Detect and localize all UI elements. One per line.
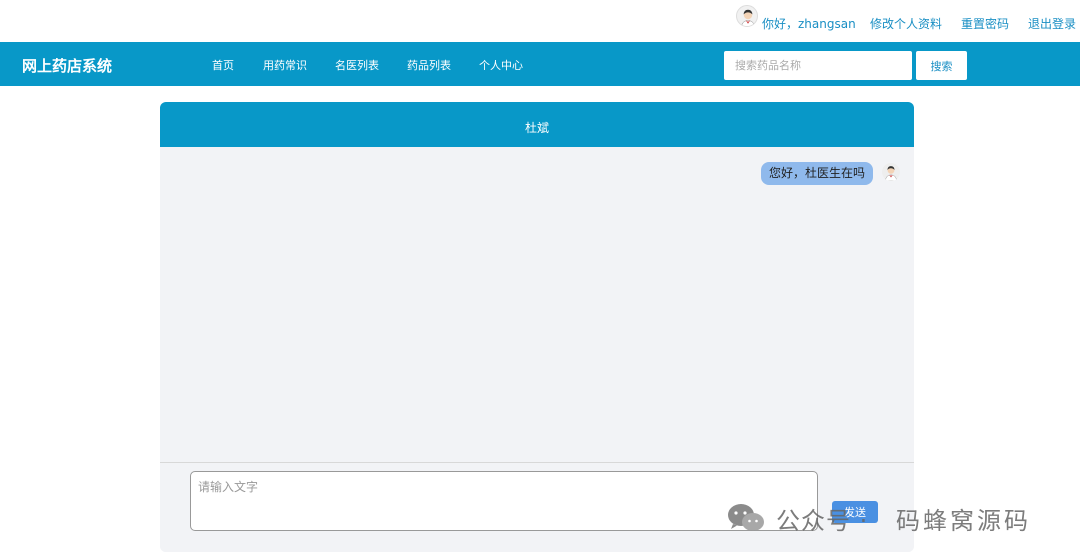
watermark-account-label: 公众号 · <box>776 507 869 535</box>
nav-item-home[interactable]: 首页 <box>212 57 234 73</box>
nav-item-personal-center[interactable]: 个人中心 <box>479 57 523 73</box>
nav-item-medicine-list[interactable]: 药品列表 <box>407 57 451 73</box>
logout-link[interactable]: 退出登录 <box>1028 15 1076 32</box>
message-input[interactable] <box>190 471 818 531</box>
chat-message-bubble: 您好，杜医生在吗 <box>760 162 873 185</box>
greeting-text: 你好，zhangsan <box>762 17 856 31</box>
main-navbar: 网上药店系统 首页 用药常识 名医列表 药品列表 个人中心 搜索 <box>0 42 1080 86</box>
chat-contact-name: 杜斌 <box>524 121 549 135</box>
wechat-icon <box>726 502 768 538</box>
chat-panel: 杜斌 您好，杜医生在吗 发送 <box>160 102 914 552</box>
nav-item-medication-knowledge[interactable]: 用药常识 <box>263 57 307 73</box>
sender-avatar-icon <box>882 163 900 181</box>
nav-item-doctor-list[interactable]: 名医列表 <box>335 57 379 73</box>
edit-profile-link[interactable]: 修改个人资料 <box>870 15 942 32</box>
medicine-search-input[interactable] <box>724 51 912 80</box>
search-button[interactable]: 搜索 <box>916 51 967 80</box>
watermark-name: 码蜂窝源码 <box>896 507 1031 535</box>
reset-password-link[interactable]: 重置密码 <box>961 15 1009 32</box>
site-brand[interactable]: 网上药店系统 <box>22 55 112 76</box>
user-bar: 你好，zhangsan 修改个人资料 重置密码 退出登录 <box>0 0 1080 42</box>
chat-header: 杜斌 <box>160 102 914 147</box>
user-avatar-icon <box>736 5 758 27</box>
